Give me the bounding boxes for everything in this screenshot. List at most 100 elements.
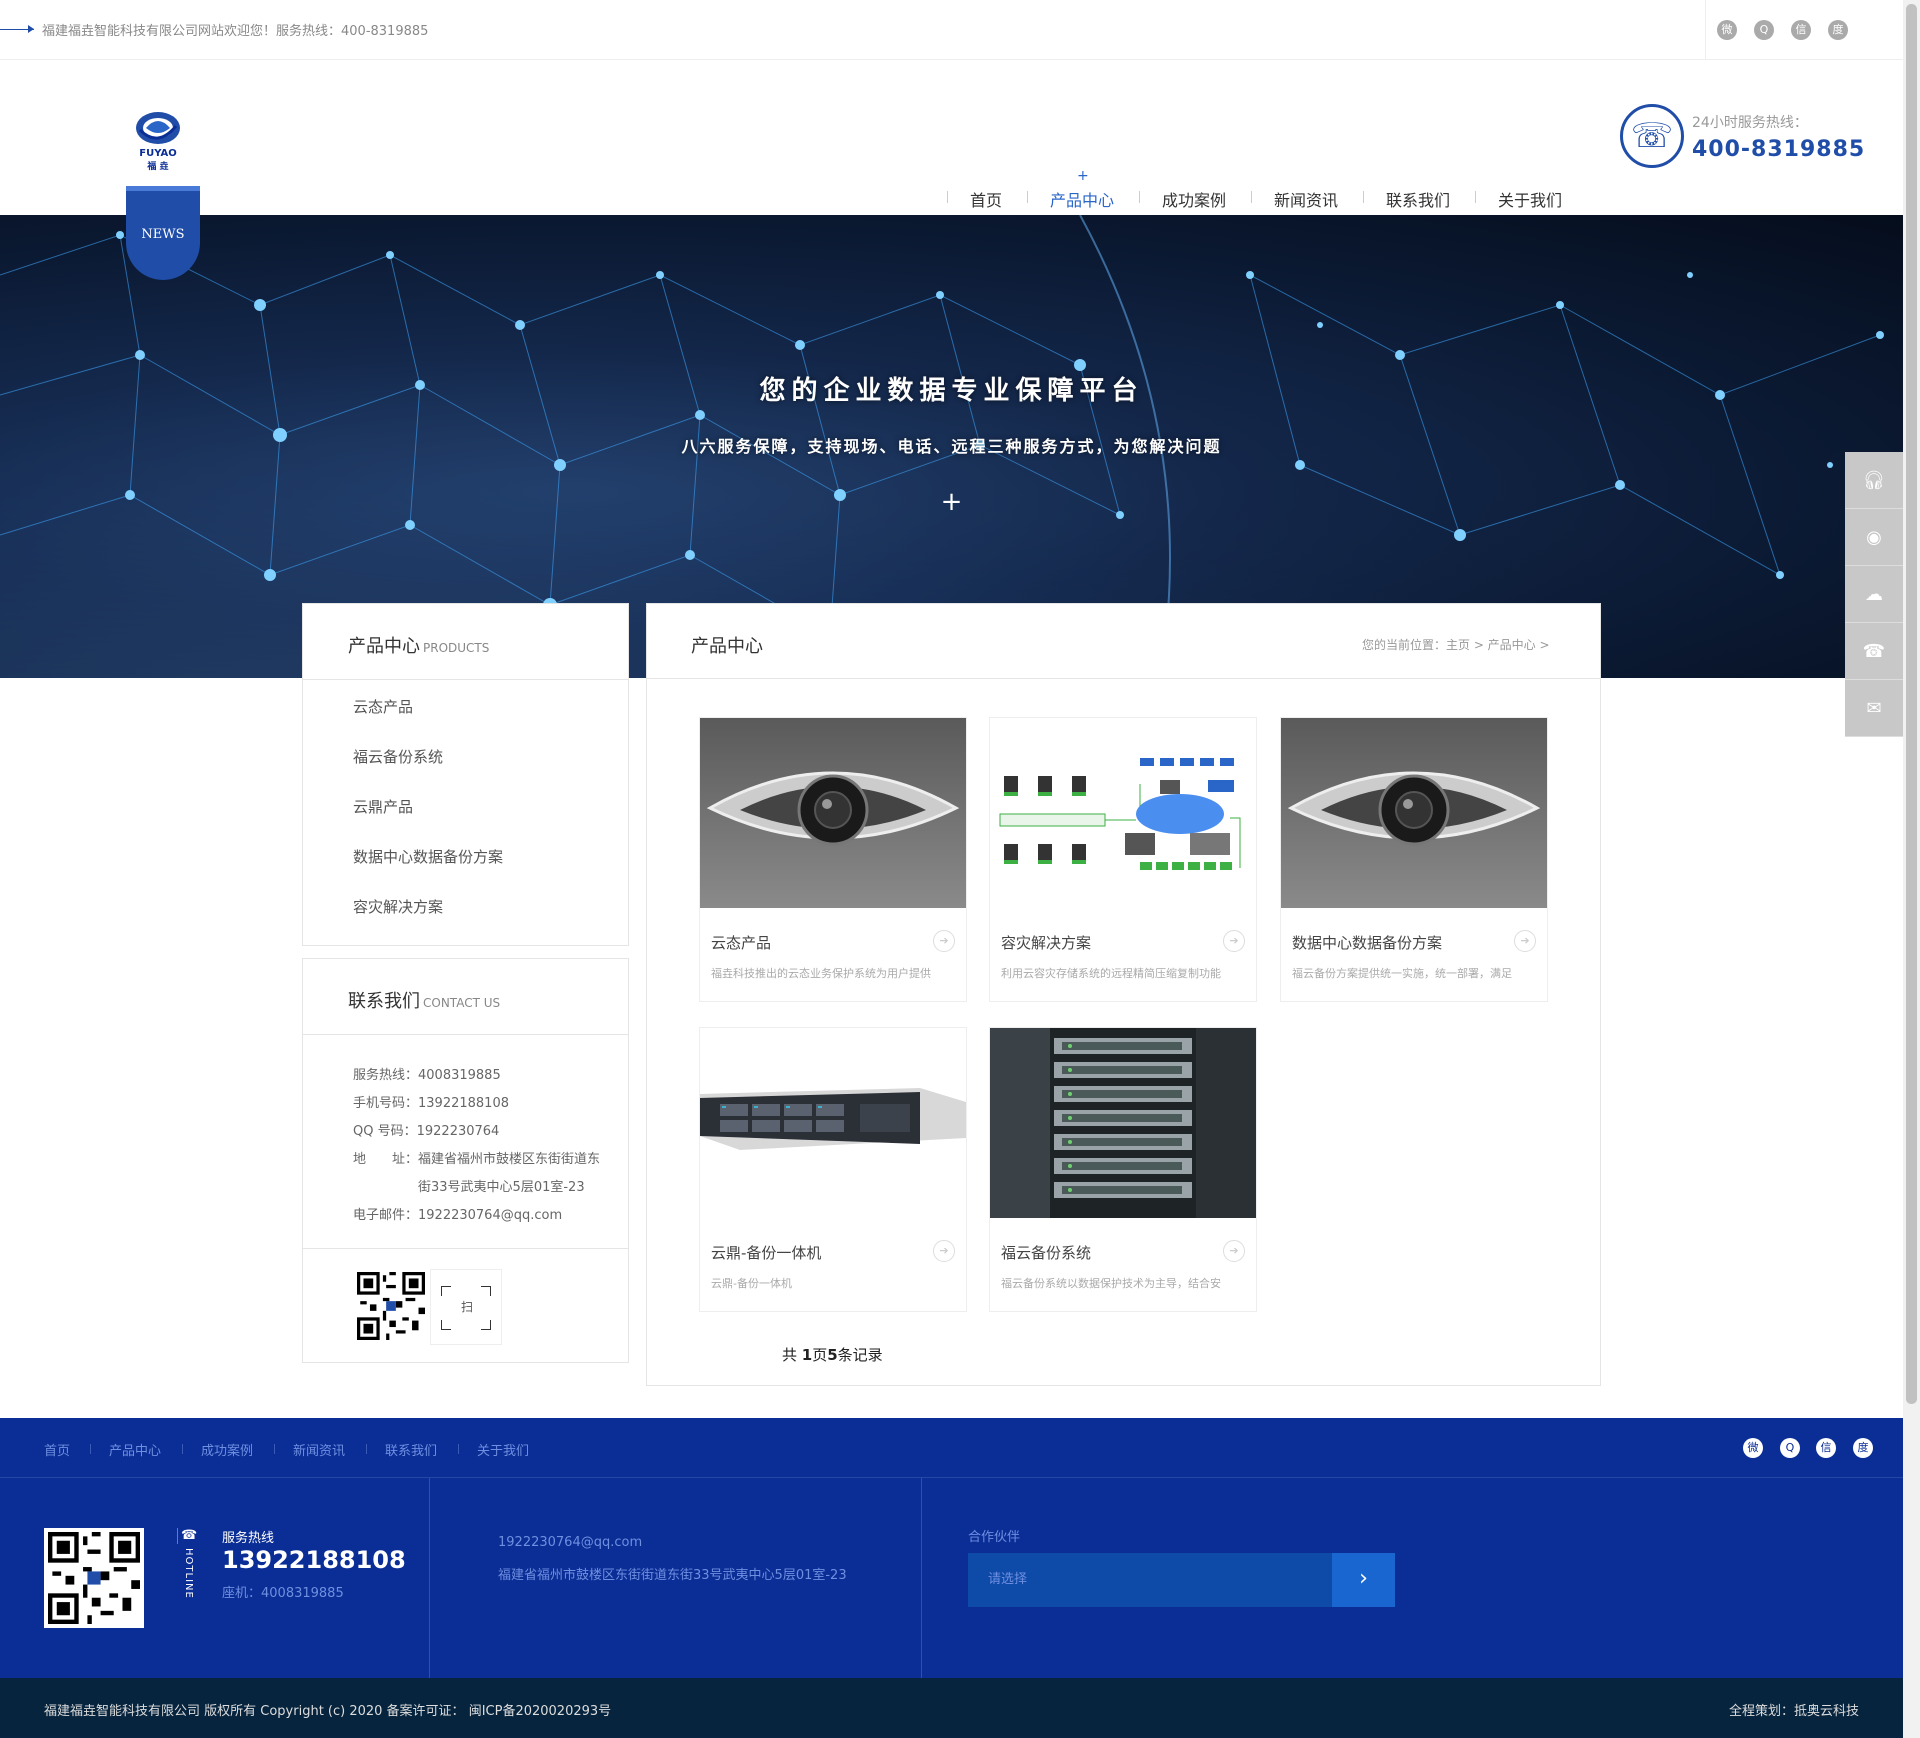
nav-contact[interactable]: 联系我们	[1386, 187, 1450, 211]
sidebar-item-datacenter-backup[interactable]: 数据中心数据备份方案	[353, 846, 503, 867]
qq-icon[interactable]: ◉	[1845, 509, 1903, 566]
footer-nav-cases[interactable]: 成功案例	[201, 1440, 253, 1459]
baidu-icon[interactable]: 度	[1853, 1438, 1873, 1458]
product-name[interactable]: 福云备份系统	[1001, 1242, 1091, 1263]
qr-code-image	[357, 1272, 425, 1340]
nav-sep	[947, 191, 948, 203]
site-header: FUYAO 福 垚 + 首页 产品中心 成功案例 新闻资讯 联系我们 关于我们 …	[0, 60, 1903, 215]
hotline-vertical: ☎ HOTLINE	[177, 1528, 207, 1608]
footer-email[interactable]: 1922230764@qq.com	[498, 1535, 642, 1550]
phone-icon[interactable]: ☎	[1845, 623, 1903, 680]
product-image-diagram[interactable]	[990, 718, 1256, 908]
contact-email: 电子邮件：1922230764@qq.com	[353, 1208, 563, 1223]
hotline-label: 24小时服务热线：	[1692, 115, 1808, 131]
top-bar: 福建福垚智能科技有限公司网站欢迎您！服务热线：400-8319885 微 Q 信…	[0, 0, 1903, 60]
sidebar-item-yunding[interactable]: 云鼎产品	[353, 796, 413, 817]
product-image-camera[interactable]	[1281, 718, 1547, 908]
nav-news[interactable]: 新闻资讯	[1274, 187, 1338, 211]
footer-mobile: 13922188108	[222, 1546, 406, 1574]
product-card[interactable]: 云态产品 ➔ 福垚科技推出的云态业务保护系统为用户提供	[699, 717, 967, 1002]
news-tag[interactable]: NEWS	[126, 186, 200, 280]
sidebar-item-disaster-recovery[interactable]: 容灾解决方案	[353, 896, 443, 917]
product-image-camera[interactable]	[700, 718, 966, 908]
arrow-right-icon[interactable]: ➔	[1514, 930, 1536, 952]
weibo-icon[interactable]: 微	[1743, 1438, 1763, 1458]
footer-nav-contact[interactable]: 联系我们	[385, 1440, 437, 1459]
footer-nav-home[interactable]: 首页	[44, 1440, 70, 1459]
banner-subtitle: 八六服务保障，支持现场、电话、远程三种服务方式，为您解决问题	[681, 437, 1222, 456]
wechat-icon[interactable]: ☁	[1845, 566, 1903, 623]
copyright: 福建福垚智能科技有限公司 版权所有 Copyright (c) 2020 备案许…	[44, 1704, 612, 1719]
banner-title: 您的企业数据专业保障平台	[759, 376, 1144, 406]
product-name[interactable]: 数据中心数据备份方案	[1292, 932, 1442, 953]
footer-nav-products[interactable]: 产品中心	[109, 1440, 161, 1459]
nav-sep	[1475, 191, 1476, 203]
nav-home[interactable]: 首页	[970, 187, 1002, 211]
main-header: 产品中心 您的当前位置：主页 > 产品中心 >	[647, 604, 1600, 679]
product-desc: 云鼎-备份一体机	[711, 1277, 792, 1290]
footer-nav-about[interactable]: 关于我们	[477, 1440, 529, 1459]
welcome-text: 福建福垚智能科技有限公司网站欢迎您！服务热线：400-8319885	[42, 24, 429, 39]
footer-hotline-label: 服务热线	[222, 1531, 275, 1546]
contact-address-line2: 街33号武夷中心5层01室-23	[418, 1180, 585, 1195]
divider	[303, 1248, 628, 1249]
plus-icon[interactable]: +	[0, 487, 1903, 517]
footer-main: ☎ HOTLINE 服务热线 13922188108 座机：4008319885…	[0, 1478, 1903, 1678]
wechat-icon[interactable]: 信	[1791, 20, 1811, 40]
contact-qq: QQ 号码：1922230764	[353, 1124, 500, 1139]
nav-about[interactable]: 关于我们	[1498, 187, 1562, 211]
arrow-right-icon[interactable]: ➔	[1223, 1240, 1245, 1262]
nav-sep	[1027, 191, 1028, 203]
message-icon[interactable]: ✉	[1845, 680, 1903, 737]
phone-icon: ☏	[1620, 104, 1684, 168]
qq-icon[interactable]: Q	[1754, 20, 1774, 40]
contact-address: 地 址：福建省福州市鼓楼区东街街道东	[353, 1152, 601, 1167]
scan-button[interactable]: 扫	[430, 1269, 502, 1345]
active-nav-plus: +	[1077, 168, 1089, 184]
product-card[interactable]: 数据中心数据备份方案 ➔ 福云备份方案提供统一实施，统一部署，满足	[1280, 717, 1548, 1002]
products-sidebar-header: 产品中心 PRODUCTS	[303, 604, 628, 680]
arrow-right-icon[interactable]: ➔	[1223, 930, 1245, 952]
arrow-right-icon[interactable]: ➔	[933, 1240, 955, 1262]
arrow-icon	[28, 25, 34, 33]
divider	[177, 1528, 178, 1544]
baidu-icon[interactable]: 度	[1828, 20, 1848, 40]
logo[interactable]: FUYAO 福 垚	[132, 108, 184, 172]
product-card[interactable]: 容灾解决方案 ➔ 利用云容灾存储系统的远程精简压缩复制功能	[989, 717, 1257, 1002]
nav-sep	[1251, 191, 1252, 203]
partner-label: 合作伙伴	[968, 1530, 1021, 1545]
weibo-icon[interactable]: 微	[1717, 20, 1737, 40]
product-image-server[interactable]	[700, 1028, 966, 1218]
product-card[interactable]: 福云备份系统 ➔ 福云备份系统以数据保护技术为主导，结合安	[989, 1027, 1257, 1312]
chevron-right-icon[interactable]: ›	[1332, 1553, 1395, 1607]
partner-select[interactable]: 请选择	[968, 1553, 1332, 1607]
nav-products[interactable]: 产品中心	[1050, 187, 1114, 211]
breadcrumb[interactable]: 您的当前位置：主页 > 产品中心 >	[1362, 636, 1550, 653]
contact-sidebar-title-en: CONTACT US	[423, 996, 501, 1010]
footer-col-sep	[921, 1478, 922, 1678]
qr-code-image	[44, 1528, 144, 1628]
product-name[interactable]: 容灾解决方案	[1001, 932, 1091, 953]
product-name[interactable]: 云鼎-备份一体机	[711, 1242, 821, 1263]
products-sidebar: 产品中心 PRODUCTS 云态产品 福云备份系统 云鼎产品 数据中心数据备份方案…	[302, 603, 629, 946]
scan-label: 扫	[460, 1300, 473, 1314]
footer-nav-sep	[458, 1444, 459, 1454]
hotline-number: 400-8319885	[1692, 137, 1866, 162]
footer-nav-sep	[274, 1444, 275, 1454]
product-image-rack[interactable]	[990, 1028, 1256, 1218]
footer-nav-sep	[182, 1444, 183, 1454]
wechat-icon[interactable]: 信	[1816, 1438, 1836, 1458]
product-name[interactable]: 云态产品	[711, 932, 771, 953]
page-title: 产品中心	[691, 636, 763, 657]
nav-cases[interactable]: 成功案例	[1162, 187, 1226, 211]
scrollbar-thumb[interactable]	[1906, 4, 1917, 1404]
footer-nav-news[interactable]: 新闻资讯	[293, 1440, 345, 1459]
nav-sep	[1363, 191, 1364, 203]
headset-icon[interactable]: 🎧︎	[1845, 452, 1903, 509]
qq-icon[interactable]: Q	[1780, 1438, 1800, 1458]
product-card[interactable]: 云鼎-备份一体机 ➔ 云鼎-备份一体机	[699, 1027, 967, 1312]
footer-address: 福建省福州市鼓楼区东街街道东街33号武夷中心5层01室-23	[498, 1568, 847, 1583]
sidebar-item-fuyun-backup[interactable]: 福云备份系统	[353, 746, 443, 767]
arrow-right-icon[interactable]: ➔	[933, 930, 955, 952]
sidebar-item-cloud-state[interactable]: 云态产品	[353, 696, 413, 717]
